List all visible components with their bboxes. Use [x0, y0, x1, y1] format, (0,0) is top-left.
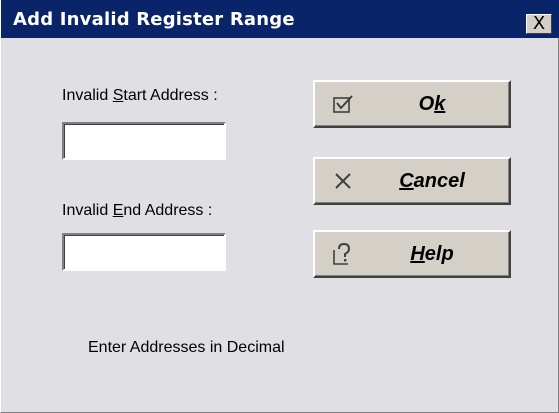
ok-button[interactable]: Ok	[313, 80, 511, 128]
hint-text: Enter Addresses in Decimal	[88, 339, 285, 356]
close-button[interactable]: X	[526, 14, 552, 34]
cancel-button[interactable]: Cancel	[313, 157, 511, 205]
cancel-button-label: Cancel	[399, 170, 465, 192]
end-address-input[interactable]	[62, 233, 226, 271]
window-title: Add Invalid Register Range	[13, 9, 295, 30]
start-address-input[interactable]	[62, 122, 226, 160]
help-question-icon	[333, 242, 351, 265]
dialog-window: Add Invalid Register Range X Invalid Sta…	[0, 0, 559, 413]
title-bar[interactable]: Add Invalid Register Range X	[1, 0, 559, 38]
help-button-label: Help	[410, 243, 454, 265]
x-cross-icon	[335, 173, 351, 189]
checkmark-box-icon	[333, 95, 353, 113]
ok-button-label: Ok	[418, 93, 446, 115]
help-button[interactable]: Help	[313, 230, 511, 278]
start-address-label: Invalid Start Address :	[62, 87, 218, 104]
close-icon: X	[532, 13, 546, 34]
end-address-label: Invalid End Address :	[62, 202, 213, 219]
